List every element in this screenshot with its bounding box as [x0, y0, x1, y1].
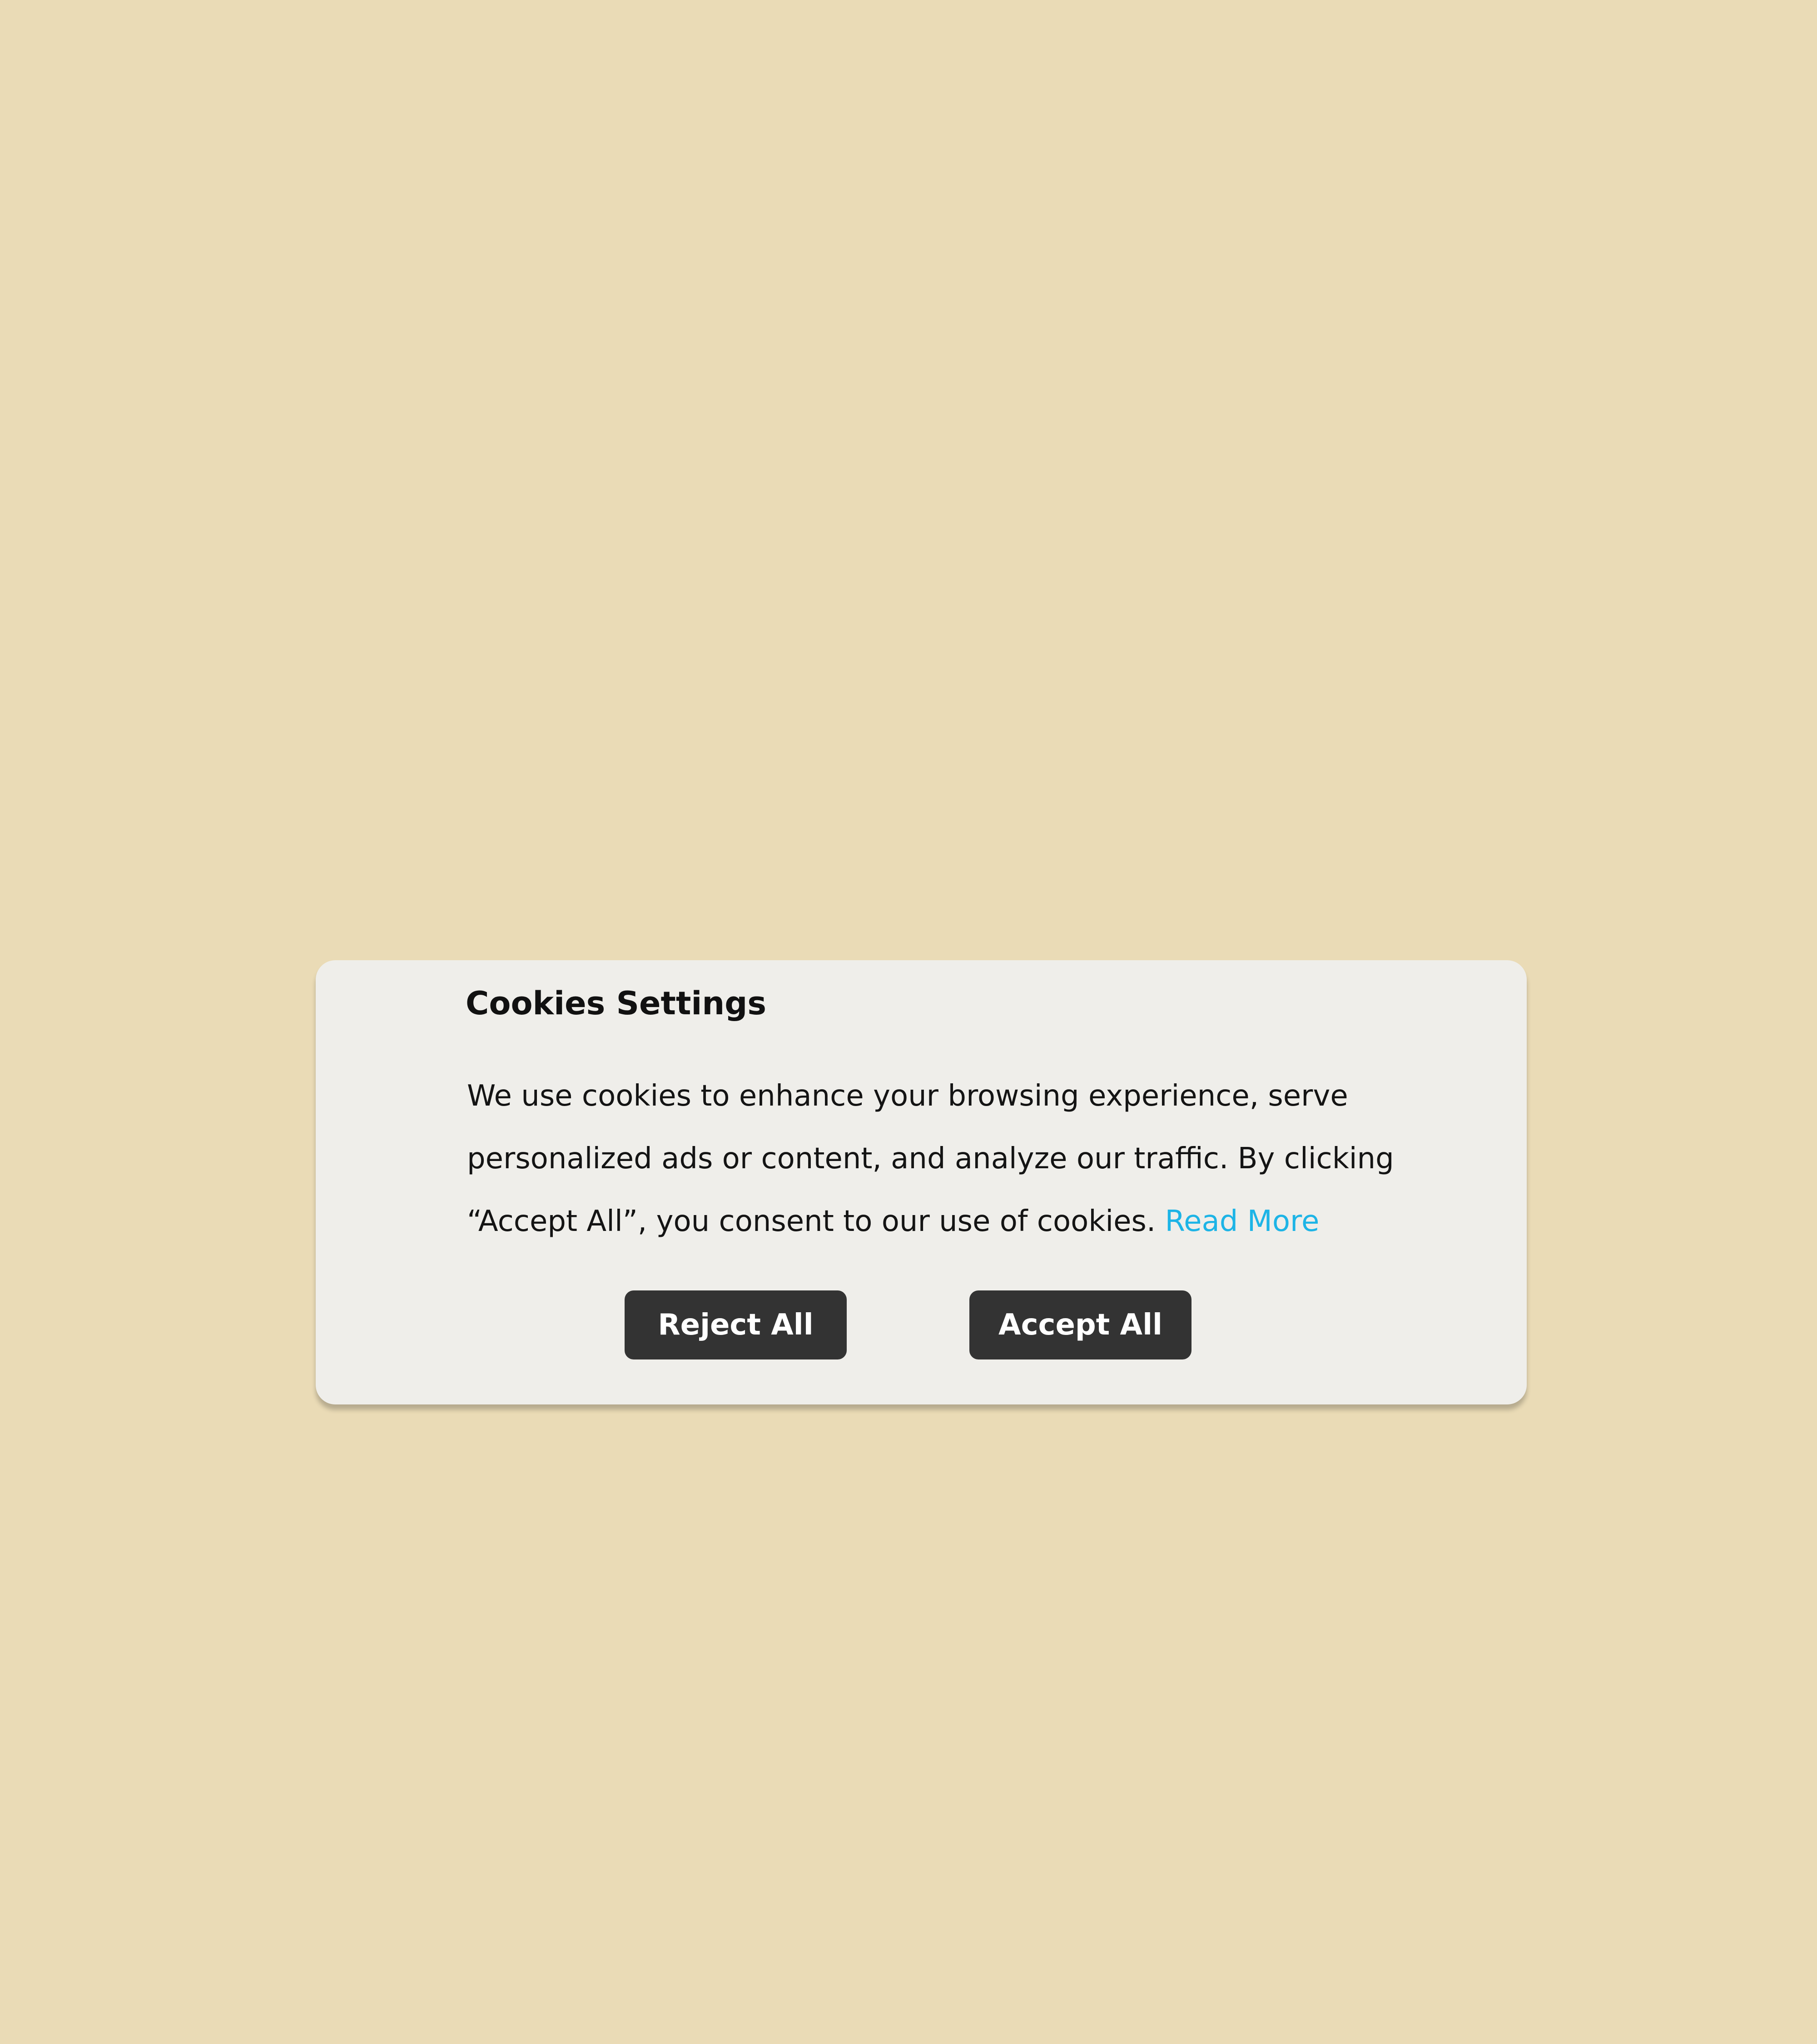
cookie-settings-dialog: Cookies Settings We use cookies to enhan…	[316, 960, 1527, 1404]
cookie-description: We use cookies to enhance your browsing …	[467, 1065, 1444, 1253]
read-more-link[interactable]: Read More	[1165, 1205, 1320, 1238]
description-line: We use cookies to enhance your browsing …	[467, 1079, 1348, 1113]
description-line-with-link: “Accept All”, you consent to our use of …	[467, 1190, 1444, 1253]
reject-all-button[interactable]: Reject All	[625, 1290, 847, 1359]
description-line: personalized ads or content, and analyze…	[467, 1142, 1394, 1176]
accept-all-button[interactable]: Accept All	[969, 1290, 1191, 1359]
dialog-title: Cookies Settings	[466, 985, 767, 1022]
description-text: “Accept All”, you consent to our use of …	[467, 1205, 1165, 1238]
